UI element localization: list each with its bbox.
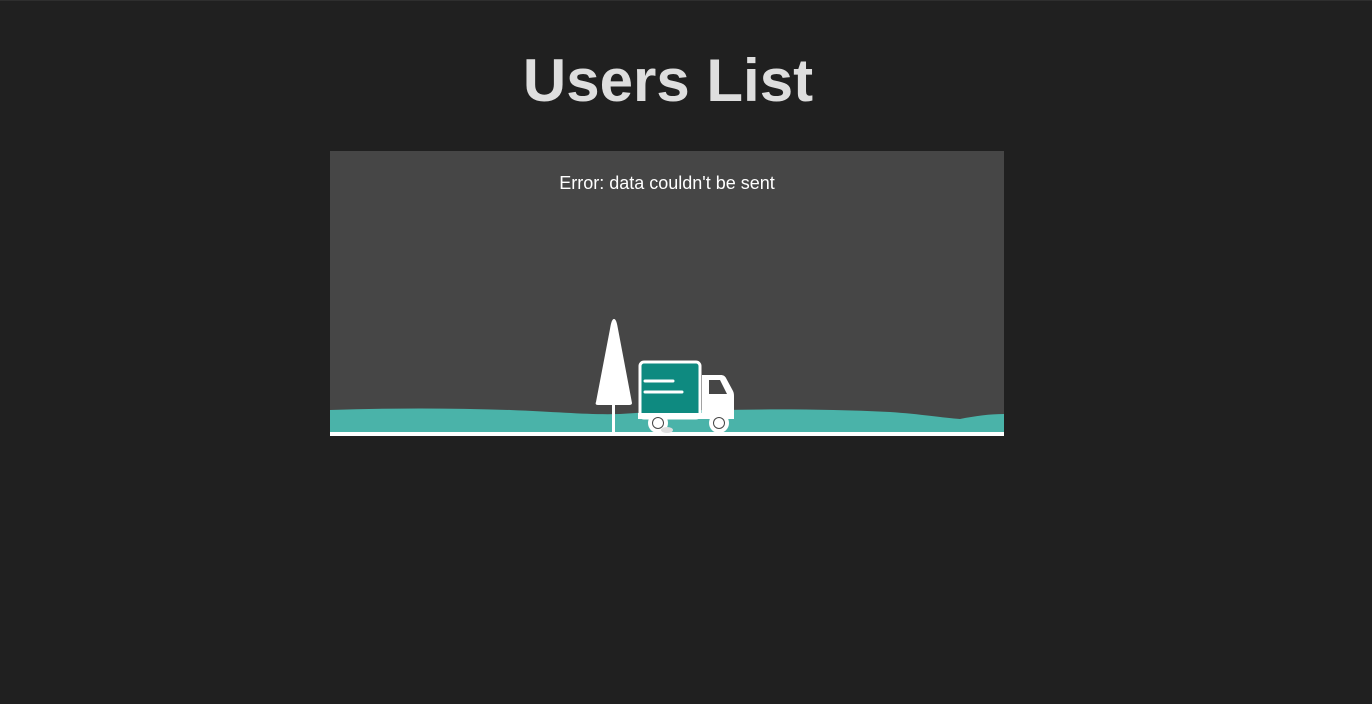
page: Users List Error: data couldn't be sent	[0, 0, 1372, 704]
error-panel: Error: data couldn't be sent	[330, 151, 1004, 436]
delivery-illustration	[330, 319, 1004, 436]
page-title: Users List	[522, 47, 814, 114]
